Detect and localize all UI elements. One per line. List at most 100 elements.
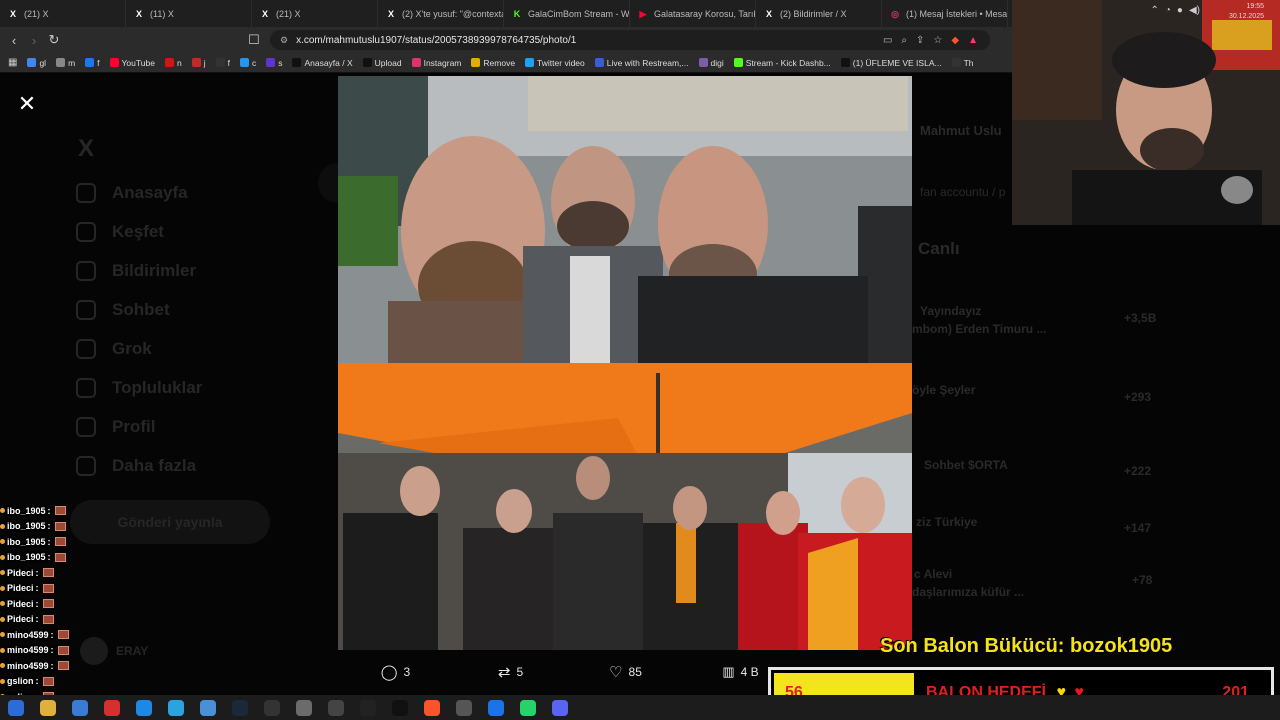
browser-tab[interactable]: X (2) X'te yusuf: "@contexta (378, 0, 504, 27)
live-item-title[interactable]: Yayındayız (920, 304, 981, 318)
live-item-subtitle[interactable]: mbom) Erden Timuru ... (912, 322, 1046, 336)
browser-tab[interactable]: X (11) X (126, 0, 252, 27)
bookmark-item[interactable]: c (239, 58, 256, 68)
bookmark-item[interactable]: YouTube (109, 58, 155, 68)
live-item-title[interactable]: Sohbet $ORTA (924, 458, 1008, 472)
sidebar-item[interactable]: Daha fazla (76, 456, 196, 476)
bookmark-label: (1) ÜFLEME VE ISLA... (852, 57, 942, 68)
sidebar-item[interactable]: Topluluklar (76, 378, 202, 398)
bookmark-item[interactable]: s (266, 58, 282, 68)
file-explorer-icon[interactable] (40, 699, 56, 716)
sidebar-item[interactable]: Sohbet (76, 300, 170, 320)
bookmark-item[interactable]: m (56, 58, 75, 68)
browser-tab[interactable]: X (21) X (0, 0, 126, 27)
whatsapp-icon[interactable] (520, 699, 536, 716)
bookmark-item[interactable]: Live with Restream,... (594, 58, 689, 68)
install-icon[interactable]: ▭ (883, 35, 892, 46)
sidebar-item[interactable]: Bildirimler (76, 261, 196, 281)
bookmark-item[interactable]: Twitter video (525, 58, 585, 68)
bookmark-item[interactable]: f (85, 58, 100, 68)
reload-icon[interactable]: ↻ (44, 32, 64, 48)
bookmark-item[interactable]: Anasayfa / X (292, 58, 353, 68)
media-icon[interactable] (296, 699, 312, 716)
start-icon[interactable] (8, 699, 24, 716)
youtube-icon: ▶ (639, 8, 647, 19)
discord-icon[interactable] (552, 699, 568, 716)
browser-tab[interactable]: X (21) X (252, 0, 378, 27)
bookmark-item[interactable]: digi (698, 58, 724, 68)
browser-tab[interactable]: X (2) Bildirimler / X (756, 0, 882, 27)
back-icon[interactable]: ‹ (4, 33, 24, 48)
sidebar-item[interactable]: Grok (76, 339, 152, 359)
chat-username: ibo_1905 (7, 552, 46, 563)
microphone-icon[interactable]: ● (1177, 5, 1183, 16)
share-icon[interactable]: ⇪ (916, 35, 924, 46)
x-logo-icon: X (261, 8, 268, 19)
search-box[interactable] (318, 163, 338, 203)
live-item-title[interactable]: ziz Türkiye (916, 515, 977, 529)
brave-rewards-icon[interactable]: ▲ (968, 35, 978, 46)
browser-tab-strip: X (21) X X (11) X X (21) X X (2) X'te yusuf: "@… (0, 0, 1012, 27)
telegram-icon[interactable] (168, 699, 184, 716)
browser-tab[interactable]: ◎ (1) Mesaj İstekleri • Mesa (882, 0, 1008, 27)
live-item-title[interactable]: öyle Şeyler (912, 383, 975, 397)
brave-icon[interactable] (424, 699, 440, 716)
emote-icon (54, 537, 66, 547)
opera-gx-icon[interactable] (104, 699, 120, 716)
camera-icon[interactable] (456, 699, 472, 716)
browser-tab[interactable]: ▶ Galatasaray Korosu, Tarık (630, 0, 756, 27)
reply-button[interactable]: ◯ 3 (338, 663, 453, 681)
bookmark-item[interactable]: Remove (471, 58, 515, 68)
bookmark-item[interactable]: n (164, 58, 182, 68)
address-bar[interactable]: ⚙ x.com/mahmutuslu1907/status/2005738939… (270, 30, 990, 50)
emote-icon (57, 630, 69, 640)
live-item-subtitle[interactable]: daşlarımıza küfür ... (912, 585, 1024, 599)
forward-icon[interactable]: › (24, 33, 44, 48)
steam-icon[interactable] (232, 699, 248, 716)
live-item-title[interactable]: c Alevi (914, 567, 952, 581)
downloads-icon[interactable] (200, 699, 216, 716)
sidebar-item[interactable]: Keşfet (76, 222, 164, 242)
bookmark-item[interactable]: gl (27, 58, 46, 68)
chrome-icon[interactable] (488, 699, 504, 716)
obs-icon[interactable] (328, 699, 344, 716)
chat-separator: : (35, 676, 39, 687)
microsoft-store-icon[interactable] (72, 699, 88, 716)
tab-title: (1) Mesaj İstekleri • Mesa (906, 8, 1008, 19)
emote-icon (57, 661, 69, 671)
4k-video-icon[interactable] (264, 699, 280, 716)
screen: X (21) X X (11) X X (21) X X (2) X'te yusuf: "@… (0, 0, 1280, 720)
like-button[interactable]: ♡ 85 (568, 663, 683, 681)
bookmark-item[interactable]: j (191, 58, 206, 68)
apps-grid-icon[interactable]: ▦ (8, 57, 17, 68)
sidebar-item[interactable]: Profil (76, 417, 155, 437)
bookmark-item[interactable]: Instagram (411, 58, 461, 68)
post-button[interactable]: Gönderi yayınla (70, 500, 270, 544)
brave-shield-icon[interactable]: ◆ (951, 35, 959, 46)
tab-title: (21) X (24, 8, 49, 19)
bookmark-item[interactable]: Upload (362, 58, 402, 68)
clock[interactable]: 19:55 30.12.2025 (1229, 2, 1264, 22)
bookmark-item[interactable]: Th (951, 58, 974, 68)
kick-icon: K (513, 8, 521, 19)
sidebar-item[interactable]: Anasayfa (76, 183, 188, 203)
repost-button[interactable]: ⇄ 5 (453, 663, 568, 681)
bookmark-star-icon[interactable]: ☆ (933, 35, 942, 46)
network-icon[interactable]: ◔ (1165, 5, 1171, 16)
close-icon[interactable]: ✕ (17, 93, 37, 115)
zoom-icon[interactable]: ⌕ (901, 35, 907, 46)
chatgpt-icon[interactable] (360, 699, 376, 716)
browser-tab[interactable]: K GalaCimBom Stream - Wa (504, 0, 630, 27)
bookmark-icon[interactable]: ☐ (244, 32, 264, 48)
edge-icon[interactable] (136, 699, 152, 716)
bookmark-item[interactable]: f (215, 58, 230, 68)
tab-title: GalaCimBom Stream - Wa (528, 8, 630, 19)
chevron-up-icon[interactable]: ⌃ (1150, 5, 1158, 16)
bookmark-favicon-icon (594, 58, 604, 67)
bookmark-item[interactable]: Stream - Kick Dashb... (733, 58, 831, 68)
capcut-icon[interactable] (392, 699, 408, 716)
bookmark-item[interactable]: (1) ÜFLEME VE ISLA... (840, 57, 942, 68)
volume-icon[interactable]: ◀) (1189, 5, 1200, 16)
account-switcher[interactable]: ERAY (80, 637, 148, 665)
site-info-icon[interactable]: ⚙ (280, 35, 288, 46)
